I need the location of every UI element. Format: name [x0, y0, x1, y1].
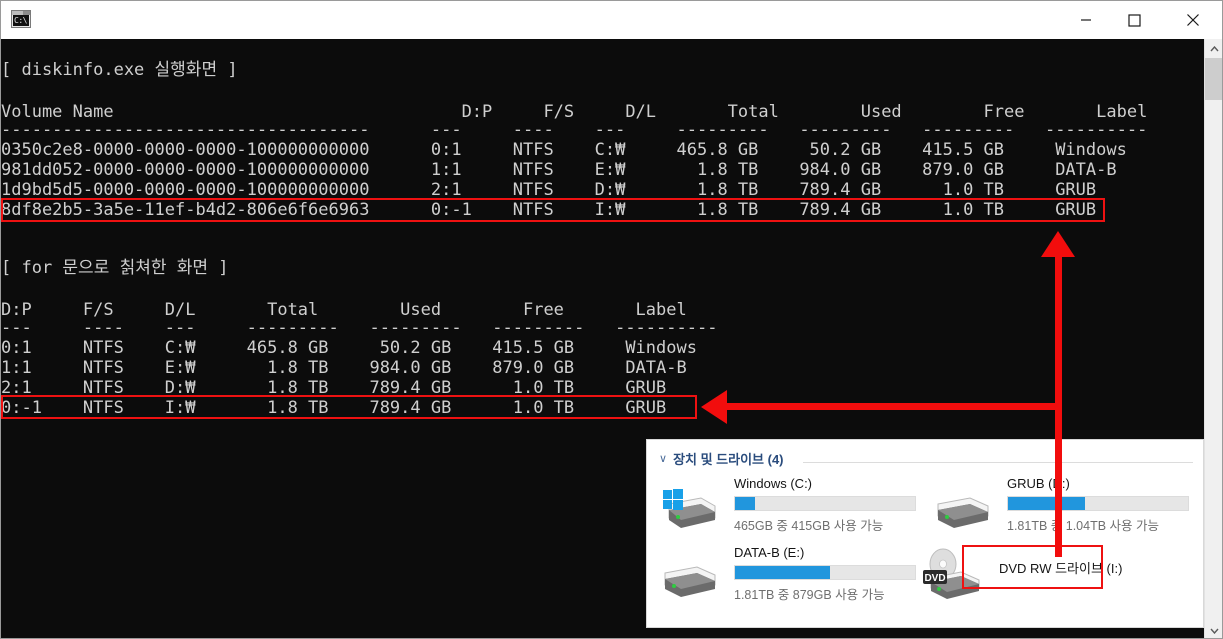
drive-name: DATA-B (E:)	[734, 545, 805, 560]
forloop-table-row: 1:1 NTFS E:₩ 1.8 TB 984.0 GB 879.0 GB DA…	[1, 358, 687, 378]
scrollbar-thumb[interactable]	[1205, 58, 1222, 100]
diskinfo-section-heading: [ diskinfo.exe 실행화면 ]	[1, 60, 238, 80]
drive-usage-bar	[734, 565, 916, 580]
forloop-section-heading: [ for 문으로 칡쳐한 화면 ]	[1, 258, 229, 278]
drive-item-dvd-rw-i[interactable]: DVD DVD RW 드라이브 (I:)	[917, 540, 1167, 602]
forloop-table-rule: --- ---- --- --------- --------- -------…	[1, 318, 718, 338]
scroll-up-button[interactable]	[1205, 39, 1222, 58]
drive-item-datab-e[interactable]: DATA-B (E:) 1.81TB 중 879GB 사용 가능	[659, 545, 916, 607]
arrow-dvd-to-diskinfo-row-head	[1041, 231, 1075, 257]
maximize-button[interactable]	[1111, 1, 1157, 39]
forloop-table-row: 0:1 NTFS C:₩ 465.8 GB 50.2 GB 415.5 GB W…	[1, 338, 697, 358]
drive-usage-fill	[1008, 497, 1086, 510]
drive-free-text: 1.81TB 중 1.04TB 사용 가능	[1007, 519, 1159, 533]
console-icon-text: C:\	[13, 15, 29, 26]
diskinfo-table-row: 1d9bd5d5-0000-0000-0000-100000000000 2:1…	[1, 180, 1097, 200]
group-divider	[803, 462, 1193, 463]
hard-drive-icon	[932, 484, 994, 534]
dvd-drive-icon: DVD	[917, 548, 980, 599]
arrow-dvd-to-for-row-shaft	[727, 403, 1059, 410]
hard-drive-icon	[659, 553, 721, 603]
forloop-table-row: 0:-1 NTFS I:₩ 1.8 TB 789.4 GB 1.0 TB GRU…	[1, 398, 667, 418]
minimize-button[interactable]	[1063, 1, 1109, 39]
diskinfo-table-rule: ------------------------------------ ---…	[1, 120, 1148, 140]
devices-and-drives-label: 장치 및 드라이브 (4)	[673, 452, 784, 467]
devices-and-drives-group-header[interactable]: ∨ 장치 및 드라이브 (4)	[659, 449, 784, 468]
drive-name: DVD RW 드라이브 (I:)	[999, 561, 1123, 576]
chevron-up-icon	[1210, 45, 1219, 51]
diskinfo-table-row: 0350c2e8-0000-0000-0000-100000000000 0:1…	[1, 140, 1127, 160]
drive-name: Windows (C:)	[734, 476, 813, 491]
drive-usage-fill	[735, 566, 831, 579]
chevron-down-icon	[1210, 628, 1219, 634]
minimize-icon	[1081, 19, 1091, 21]
chevron-down-icon[interactable]: ∨	[659, 452, 667, 465]
console-icon: C:\	[11, 10, 31, 28]
drive-usage-bar	[734, 496, 916, 511]
app-window: C:\ [ diskinfo.exe 실행화면 ] Volume Name D:…	[0, 0, 1223, 639]
drive-usage-fill	[735, 497, 755, 510]
scroll-down-button[interactable]	[1205, 621, 1222, 638]
drive-free-text: 1.81TB 중 879GB 사용 가능	[734, 588, 885, 602]
diskinfo-table-row: 981dd052-0000-0000-0000-100000000000 1:1…	[1, 160, 1117, 180]
file-explorer-panel[interactable]: ∨ 장치 및 드라이브 (4) Windows (C:) 465GB 중 415…	[646, 439, 1204, 628]
windows-drive-icon	[659, 484, 721, 534]
drive-item-windows-c[interactable]: Windows (C:) 465GB 중 415GB 사용 가능	[659, 476, 916, 538]
maximize-icon	[1127, 13, 1141, 27]
arrow-dvd-to-for-row-head	[701, 390, 727, 424]
close-icon	[1187, 14, 1199, 26]
close-button[interactable]	[1170, 1, 1216, 39]
forloop-table-row: 2:1 NTFS D:₩ 1.8 TB 789.4 GB 1.0 TB GRUB	[1, 378, 667, 398]
vertical-scrollbar[interactable]	[1204, 39, 1222, 638]
window-title-bar[interactable]: C:\	[1, 1, 1222, 39]
drive-free-text: 465GB 중 415GB 사용 가능	[734, 519, 884, 533]
drive-usage-bar	[1007, 496, 1189, 511]
diskinfo-table-row: 8df8e2b5-3a5e-11ef-b4d2-806e6f6e6963 0:-…	[1, 200, 1097, 220]
svg-text:DVD: DVD	[924, 573, 945, 584]
